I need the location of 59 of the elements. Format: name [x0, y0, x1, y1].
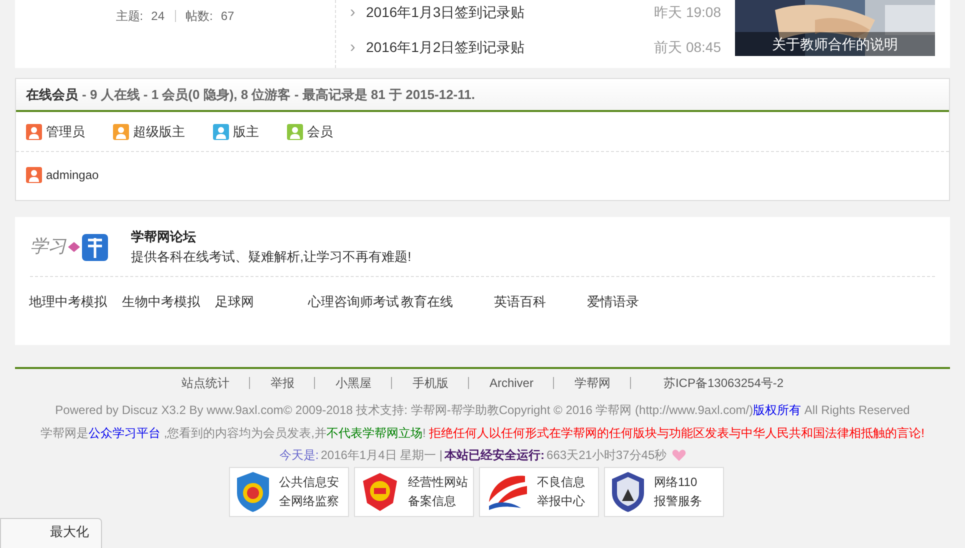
posts-label: 帖数:	[186, 8, 213, 25]
posts-count: 67	[220, 8, 234, 25]
thread-time: 前天 08:45	[654, 38, 721, 57]
online-summary: - 9 人在线 - 1 会员(0 隐身), 8 位游客 - 最高记录是 81 于 2015-12-11.	[82, 86, 475, 104]
friend-link[interactable]: 英语百科	[494, 292, 587, 312]
footer-link[interactable]: 站点统计	[181, 374, 230, 392]
certification-badge[interactable]: 经营性网站 备案信息	[354, 467, 474, 517]
legend-label: 超级版主	[133, 122, 185, 141]
shield-icon	[235, 471, 271, 513]
chevron-icon: ›	[350, 0, 366, 24]
friend-link[interactable]: 教育在线	[401, 292, 494, 312]
seal-icon	[360, 471, 400, 513]
badge-label: 全网络监察	[279, 493, 339, 510]
uptime-value: 663天21小时37分45秒	[546, 447, 667, 464]
disclaimer-text: 学帮网是公众学习平台 ,您看到的内容均为会员发表,并不代表学帮网立场! 拒绝任何人以任何形式在学帮网的任何版块与功能区发表与中华人民共和国法律相抵触的言论!	[40, 425, 925, 442]
friend-link[interactable]: 足球网	[215, 292, 308, 312]
badge-label: 举报中心	[537, 493, 585, 510]
legend-label: 版主	[233, 122, 259, 141]
friend-link[interactable]: 爱情语录	[587, 292, 680, 312]
badge-label: 报警服务	[654, 493, 702, 510]
thread-link[interactable]: 2016年1月3日签到记录贴	[366, 2, 654, 23]
logo-text: 学习	[30, 235, 66, 259]
thread-time: 昨天 19:08	[654, 3, 721, 22]
site-tagline: 提供各科在线考试、疑难解析,让学习不再有难题!	[131, 248, 412, 266]
copyright-text: Powered by Discuz X3.2 By www.9axl.com© 2009-2018 技术支持: 学帮网-帮学助教Copyright © 2016 学帮网 (http://www.9axl.com/)版权所有 All Rights Reserved	[55, 402, 910, 419]
friend-link[interactable]: 地理中考模拟	[29, 292, 122, 312]
chevron-icon: ›	[350, 36, 366, 60]
badge-label: 不良信息	[537, 474, 585, 491]
maximize-tab[interactable]: 最大化	[0, 518, 102, 548]
badge-label: 网络110	[654, 474, 698, 491]
online-title: 在线会员	[26, 86, 78, 104]
friend-link[interactable]: 心理咨询师考试	[308, 292, 401, 312]
today-label: 今天是:	[279, 447, 319, 464]
certification-badge[interactable]: 公共信息安 全网络监察	[229, 467, 349, 517]
picture-caption: 关于教师合作的说明	[772, 34, 898, 54]
certification-badge[interactable]: 网络110 报警服务	[604, 467, 724, 517]
certification-badge[interactable]: 不良信息 举报中心	[479, 467, 599, 517]
thread-link[interactable]: 2016年1月2日签到记录贴	[366, 37, 654, 58]
friend-link[interactable]: 生物中考模拟	[122, 292, 215, 312]
badge-label: 公共信息安	[279, 474, 339, 491]
member-link[interactable]: admingao	[46, 166, 99, 184]
uptime-label: 本站已经安全运行:	[444, 447, 545, 464]
footer-link[interactable]: Archiver	[489, 374, 534, 392]
police-badge-icon	[610, 471, 646, 513]
logo-icon	[68, 232, 108, 262]
footer-link[interactable]: 手机版	[412, 374, 448, 392]
today-date: 2016年1月4日 星期一 |	[320, 447, 443, 464]
footer-link[interactable]: 苏ICP备13063254号-2	[663, 374, 784, 392]
legend-label: 管理员	[46, 122, 85, 141]
legend-label: 会员	[307, 122, 333, 141]
footer-link[interactable]: 举报	[270, 374, 294, 392]
topics-count: 24	[151, 8, 164, 25]
topics-label: 主题:	[116, 8, 144, 25]
footer-link[interactable]: 小黑屋	[335, 374, 372, 392]
heart-icon	[672, 448, 686, 462]
footer-link[interactable]: 学帮网	[574, 374, 610, 392]
badge-label: 备案信息	[408, 493, 457, 510]
site-name[interactable]: 学帮网论坛	[131, 227, 412, 246]
badge-label: 经营性网站	[408, 474, 468, 491]
